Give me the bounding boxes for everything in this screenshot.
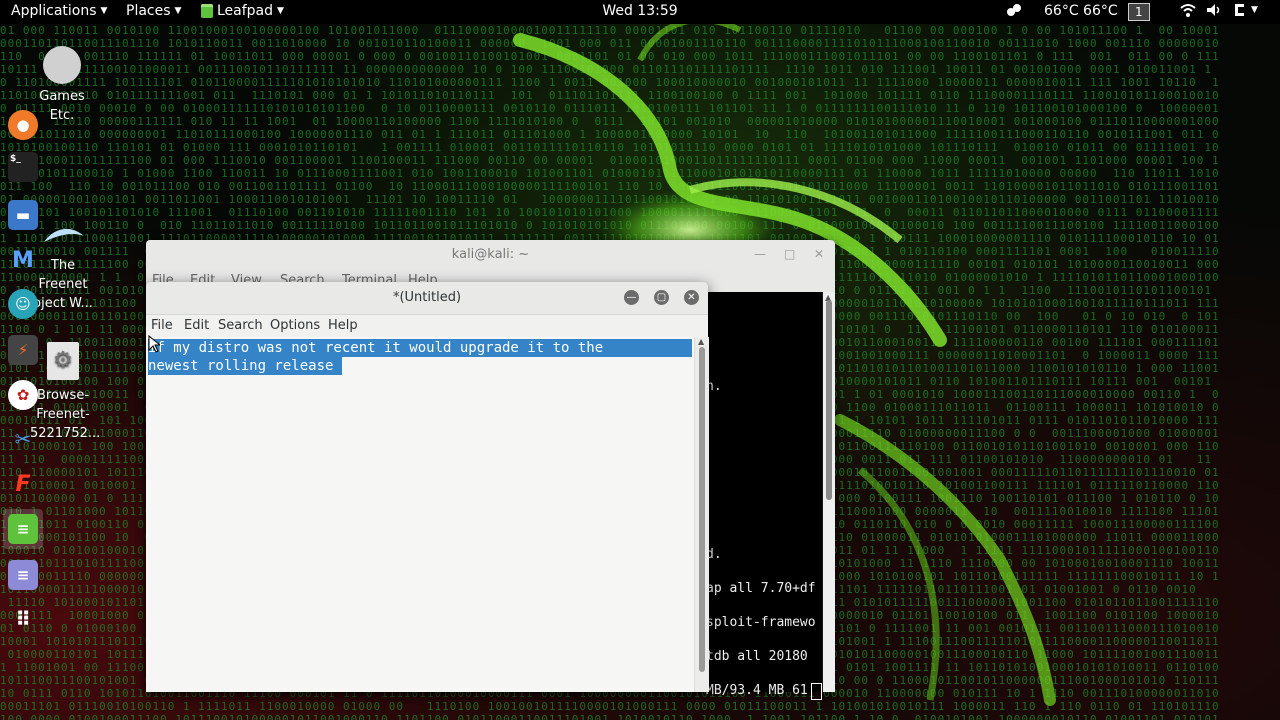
maximize-icon[interactable]: ▢ (654, 290, 669, 305)
close-icon[interactable]: ✕ (684, 290, 699, 305)
terminal-line: MB/93.4 MB 61 (706, 683, 808, 698)
terminal-line: tdb all 20180 (706, 649, 808, 664)
terminal-icon[interactable]: $_ (8, 152, 38, 182)
menu-options[interactable]: Options (270, 318, 320, 333)
games-icon (43, 46, 81, 84)
minimize-icon[interactable]: — (624, 290, 639, 305)
settings-file-icon: ⚙ (47, 342, 79, 380)
text-editor-area[interactable]: if my distro was not recent it would upg… (146, 337, 694, 692)
leafpad-menubar: File Edit Search Options Help (146, 315, 708, 337)
temperature-indicator[interactable]: 66°C 66°C (1044, 3, 1118, 19)
terminal-title: kali@kali: ~ (451, 247, 530, 262)
mouse-pointer-icon (148, 335, 160, 353)
editor-scroll-thumb[interactable] (699, 347, 705, 672)
menu-file[interactable]: File (151, 318, 173, 333)
terminal-cursor (811, 683, 822, 700)
metasploit-icon[interactable]: M (8, 245, 38, 275)
beef-icon[interactable]: ✂ (8, 424, 38, 454)
menu-search[interactable]: Search (218, 318, 263, 333)
chevron-down-icon: ▼ (1251, 5, 1258, 15)
terminal-scrollbar[interactable]: ▲ (823, 292, 835, 692)
scroll-up-icon[interactable]: ▲ (698, 337, 704, 346)
minimize-icon[interactable]: — (754, 247, 766, 261)
show-applications-icon[interactable]: ⠿ (8, 604, 38, 634)
terminal-scroll-thumb[interactable] (826, 300, 832, 500)
maximize-icon[interactable]: □ (784, 247, 795, 261)
editor-line: newest rolling release (148, 357, 342, 375)
burpsuite-icon[interactable]: ⚡ (8, 335, 38, 365)
workspace-number: 1 (1128, 3, 1150, 21)
menu-edit[interactable]: Edit (184, 318, 209, 333)
terminal-line: ap all 7.70+df (706, 581, 816, 596)
menu-help[interactable]: Help (328, 318, 358, 333)
dock: ● $_ ▬ M ☺ ⚡ ✿ ✂ F ≡ ≡ ⠿ (0, 42, 48, 652)
editor-line: if my distro was not recent it would upg… (148, 339, 692, 357)
system-monitor-icon[interactable] (1006, 3, 1022, 17)
maltego-icon[interactable]: ✿ (8, 380, 38, 410)
armitage-icon[interactable]: ☺ (8, 289, 38, 319)
leafpad-window[interactable]: *(Untitled) — ▢ ✕ File Edit Search Optio… (146, 282, 709, 692)
terminal-line: sploit-framewo (706, 615, 816, 630)
text-editor-icon[interactable]: ≡ (8, 560, 38, 590)
wifi-icon[interactable] (1180, 3, 1196, 17)
editor-scrollbar[interactable]: ▲ (694, 337, 709, 692)
volume-icon[interactable] (1206, 3, 1222, 17)
close-icon[interactable]: ✕ (814, 247, 824, 261)
leafpad-dock-icon[interactable]: ≡ (8, 514, 38, 544)
top-panel: Applications ▼ Places ▼ Leafpad ▼ Wed 13… (0, 0, 1280, 24)
power-icon (1235, 4, 1244, 16)
leafpad-titlebar[interactable]: *(Untitled) — ▢ ✕ (146, 282, 708, 315)
faraday-icon[interactable]: F (8, 469, 38, 499)
temperature-label: 66°C 66°C (1044, 3, 1118, 19)
terminal-titlebar[interactable]: kali@kali: ~ — □ ✕ (146, 240, 835, 270)
workspace-switcher[interactable]: 1 (1128, 3, 1150, 21)
clock-label: Wed 13:59 (602, 3, 678, 19)
power-menu[interactable]: ▼ (1233, 3, 1258, 17)
firefox-icon[interactable]: ● (8, 110, 38, 140)
files-icon[interactable]: ▬ (8, 200, 38, 230)
